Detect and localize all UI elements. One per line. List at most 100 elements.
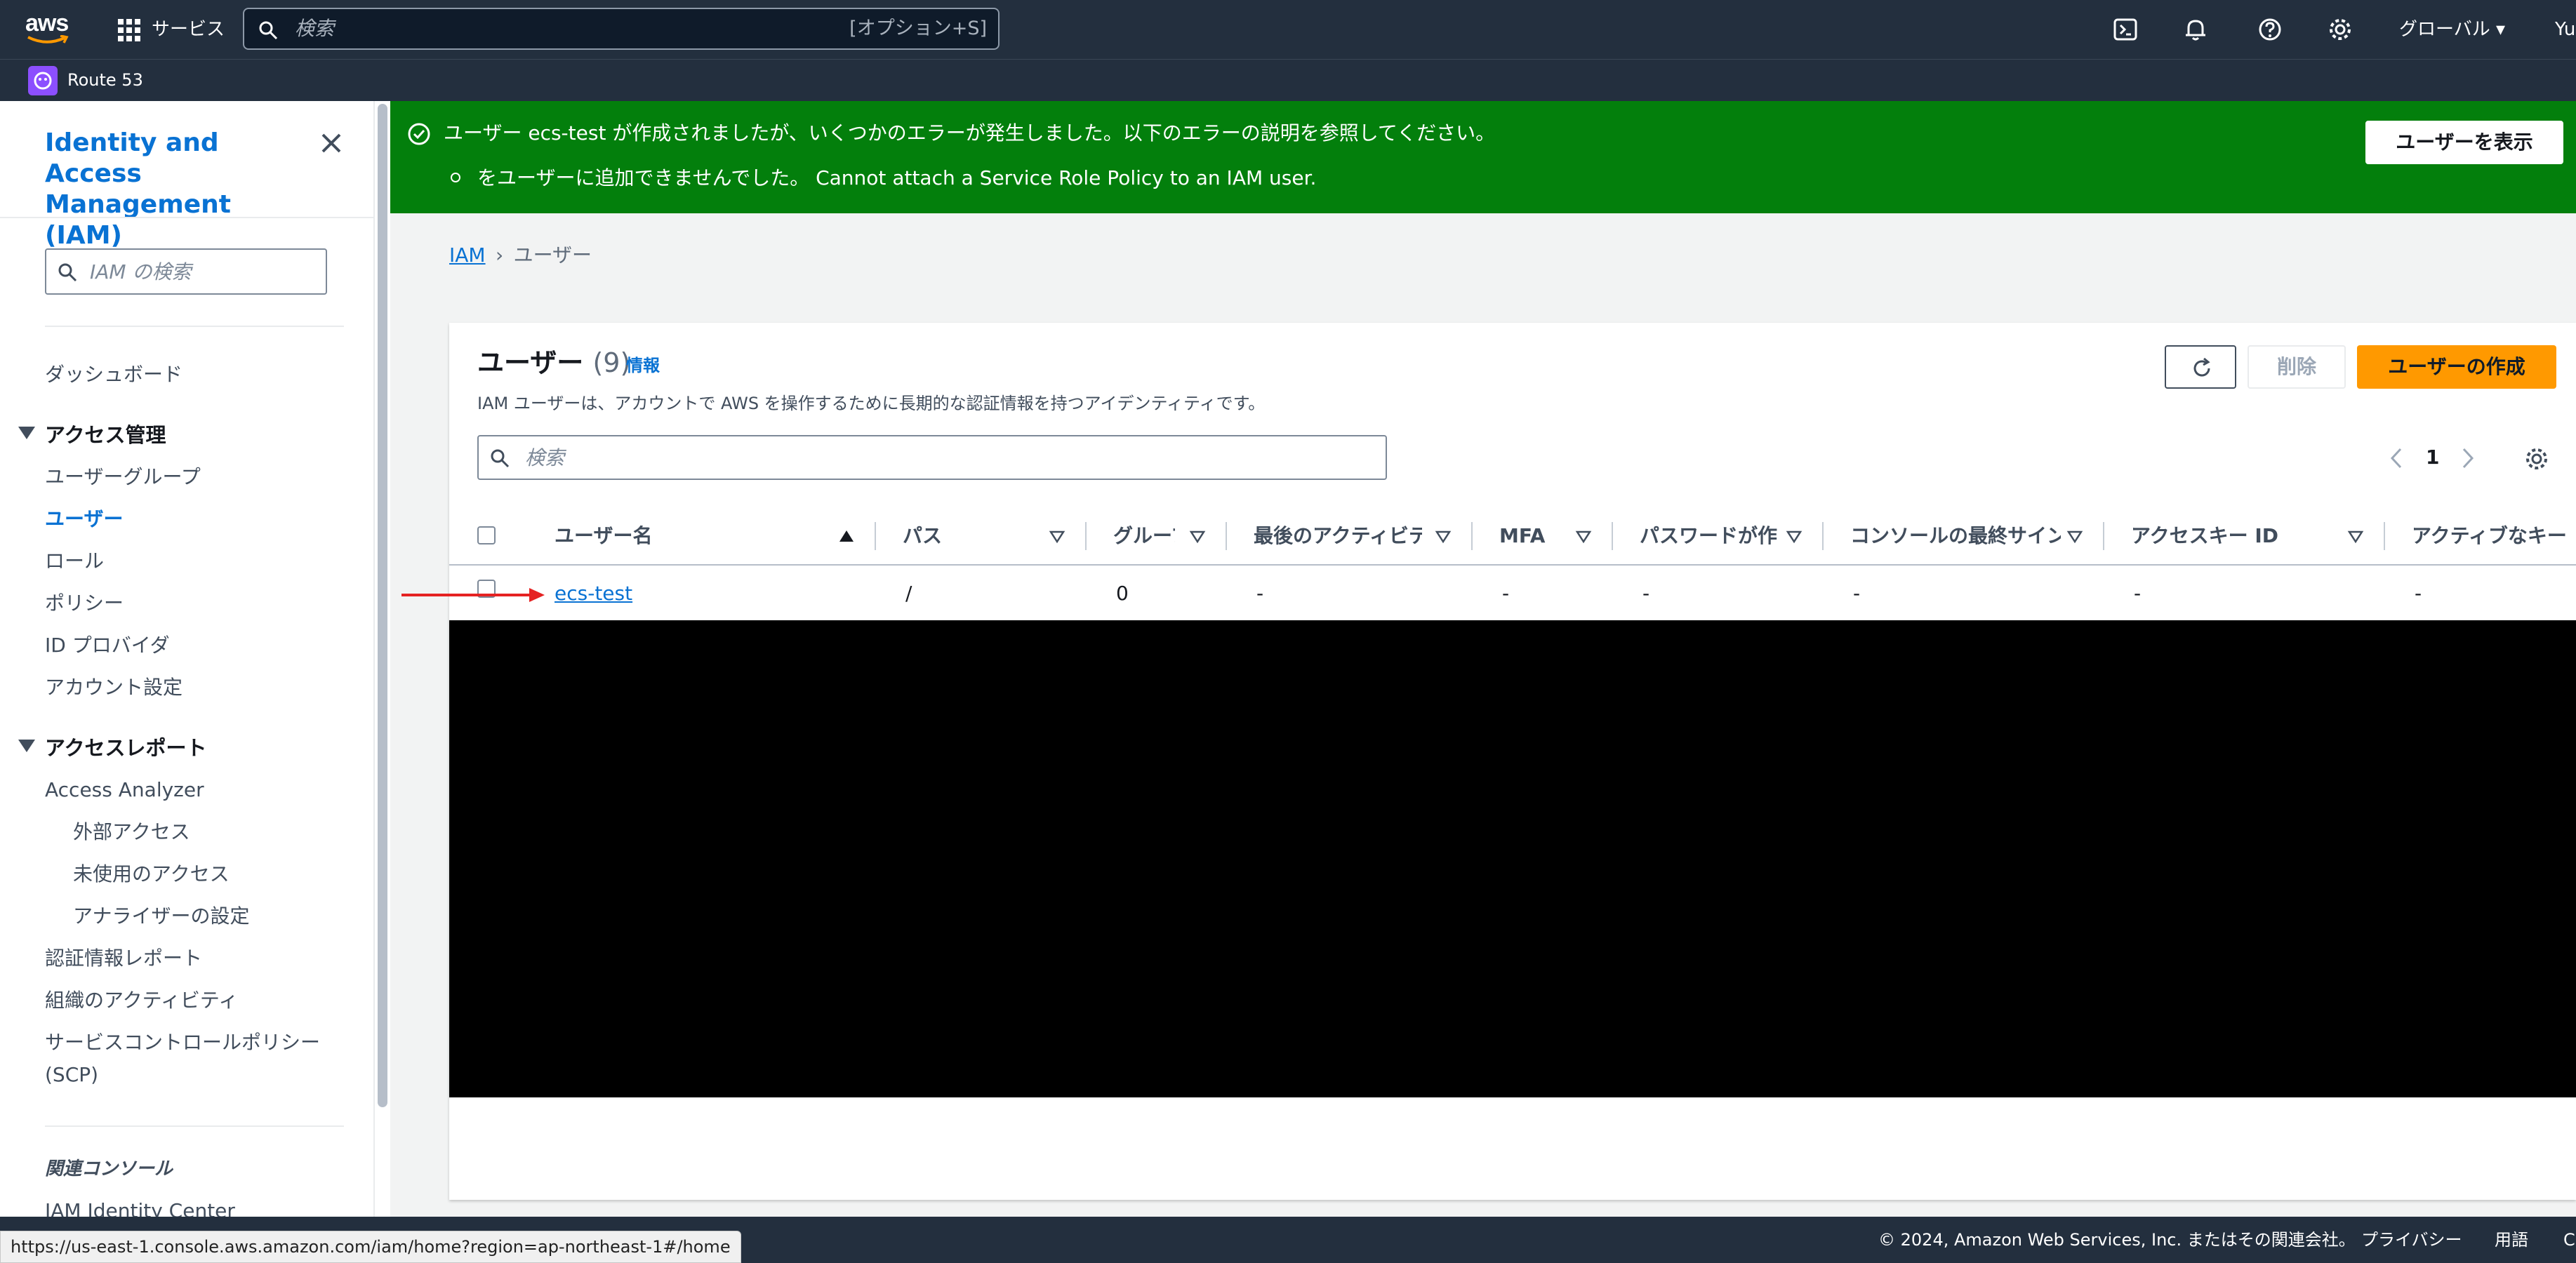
section-label: アクセス管理 (45, 423, 166, 447)
search-shortcut-hint: [オプション+S] (849, 18, 987, 39)
col-mfa[interactable]: MFA (1499, 522, 1569, 550)
sidebar-item-organization-activity[interactable]: 組織のアクティビティ (45, 987, 238, 1015)
column-resizer[interactable] (1822, 522, 1824, 550)
aws-logo-text: aws (25, 10, 69, 36)
services-grid-icon[interactable] (117, 18, 142, 43)
sidebar-item-unused-access[interactable]: 未使用のアクセス (73, 860, 230, 888)
sort-icon[interactable] (2066, 528, 2083, 544)
pagination-current-page[interactable]: 1 (2426, 443, 2439, 472)
sort-icon[interactable] (2347, 528, 2364, 544)
notifications-bell-icon[interactable] (2183, 17, 2208, 42)
sidebar-item-roles[interactable]: ロール (45, 547, 104, 575)
column-resizer[interactable] (1085, 522, 1087, 550)
cell-active-key: - (2415, 582, 2422, 605)
footer-terms-link[interactable]: 用語 (2495, 1228, 2528, 1252)
column-resizer[interactable] (1471, 522, 1473, 550)
users-search-input[interactable]: 検索 (477, 435, 1387, 480)
close-icon[interactable] (319, 131, 344, 156)
col-password-age[interactable]: パスワードが作成された時間 (1640, 522, 1777, 550)
aws-logo[interactable]: aws (25, 11, 70, 45)
global-search-placeholder: 検索 (295, 17, 335, 40)
route53-icon[interactable] (28, 66, 58, 95)
account-menu[interactable]: Yu (2555, 17, 2575, 42)
top-navigation: aws サービス 検索 [オプション+S] グローバル ▾ Yu (0, 0, 2576, 59)
col-path[interactable]: パス (903, 522, 1029, 550)
sort-icon[interactable] (1786, 528, 1802, 544)
favorites-bar (0, 59, 2576, 101)
sidebar-item-external-access[interactable]: 外部アクセス (73, 818, 190, 846)
sort-icon[interactable] (1049, 528, 1065, 544)
sidebar-section-access-management[interactable]: アクセス管理 (18, 421, 166, 449)
status-bar-url: https://us-east-1.console.aws.amazon.com… (0, 1231, 741, 1263)
sidebar-item-policies[interactable]: ポリシー (45, 589, 124, 617)
col-username[interactable]: ユーザー名 (555, 522, 730, 550)
sidebar-item-scp-suffix[interactable]: (SCP) (45, 1061, 98, 1089)
cell-groups: 0 (1116, 582, 1129, 605)
region-selector[interactable]: グローバル ▾ (2399, 17, 2505, 42)
services-menu-label[interactable]: サービス (152, 17, 225, 42)
caret-down-icon (18, 427, 35, 439)
sort-icon[interactable] (1189, 528, 1206, 544)
col-groups[interactable]: グループ (1113, 522, 1175, 550)
col-console-last-signin[interactable]: コンソールの最終サインイン (1850, 522, 2061, 550)
sidebar-item-access-analyzer[interactable]: Access Analyzer (45, 776, 204, 804)
aws-smile-icon (27, 35, 69, 44)
info-link[interactable]: 情報 (626, 354, 660, 377)
help-icon[interactable] (2257, 17, 2283, 42)
sidebar-item-user-groups[interactable]: ユーザーグループ (45, 463, 201, 491)
cloudshell-icon[interactable] (2113, 17, 2138, 42)
column-resizer[interactable] (2384, 522, 2385, 550)
chevron-left-icon[interactable] (2386, 446, 2408, 470)
redacted-rows-mask (449, 620, 2576, 1097)
footer-cookie-link[interactable]: C (2563, 1228, 2575, 1252)
chevron-right-icon[interactable] (2457, 446, 2478, 470)
flash-notification: ユーザー ecs-test が作成されましたが、いくつかのエラーが発生しました。… (390, 101, 2576, 213)
sidebar-scrollbar[interactable] (378, 104, 387, 1107)
breadcrumb-iam[interactable]: IAM (449, 243, 486, 267)
footer-privacy-link[interactable]: プライバシー (2361, 1228, 2462, 1252)
sidebar-item-identity-center[interactable]: IAM Identity Center (45, 1197, 235, 1217)
flash-message: ユーザー ecs-test が作成されましたが、いくつかのエラーが発生しました。… (444, 121, 1496, 145)
col-last-activity[interactable]: 最後のアクティビティ (1254, 522, 1422, 550)
sidebar-item-account-settings[interactable]: アカウント設定 (45, 674, 182, 702)
success-check-icon (408, 123, 430, 145)
sort-icon[interactable] (1575, 528, 1592, 544)
user-link-ecs-test[interactable]: ecs-test (555, 580, 632, 608)
col-access-key-id[interactable]: アクセスキー ID (2131, 522, 2342, 550)
view-user-button[interactable]: ユーザーを表示 (2365, 121, 2563, 164)
sidebar-item-users[interactable]: ユーザー (45, 505, 123, 533)
users-panel-title: ユーザー (9) (477, 345, 630, 380)
sort-ascending-icon[interactable] (838, 528, 855, 544)
sidebar-item-analyzer-settings[interactable]: アナライザーの設定 (73, 902, 249, 930)
create-user-button[interactable]: ユーザーの作成 (2357, 345, 2556, 389)
global-search-input[interactable]: 検索 [オプション+S] (243, 8, 1000, 50)
users-title-text: ユーザー (477, 347, 584, 378)
column-resizer[interactable] (2103, 522, 2104, 550)
select-all-checkbox[interactable] (477, 526, 496, 544)
sidebar-title[interactable]: Identity and Access Management (IAM) (45, 128, 298, 251)
sidebar-section-access-reports[interactable]: アクセスレポート (18, 734, 207, 762)
main-content: ユーザー ecs-test が作成されましたが、いくつかのエラーが発生しました。… (390, 101, 2576, 1217)
favorite-route53[interactable]: Route 53 (67, 67, 143, 93)
flash-error-detail: をユーザーに追加できませんでした。 Cannot attach a Servic… (477, 166, 1317, 189)
column-resizer[interactable] (1612, 522, 1613, 550)
column-resizer[interactable] (1226, 522, 1227, 550)
sidebar-item-credential-report[interactable]: 認証情報レポート (45, 944, 202, 973)
users-description: IAM ユーザーは、アカウントで AWS を操作するために長期的な認証情報を持つ… (477, 394, 1266, 413)
column-resizer[interactable] (875, 522, 876, 550)
related-consoles-heading: 関連コンソール (45, 1158, 173, 1180)
copyright-text: © 2024, Amazon Web Services, Inc. またはその関… (1878, 1230, 2356, 1250)
sidebar-item-identity-providers[interactable]: ID プロバイダ (45, 632, 170, 660)
sidebar-search-input[interactable]: IAM の検索 (45, 248, 327, 295)
table-settings-gear-icon[interactable] (2524, 446, 2549, 472)
refresh-button[interactable] (2165, 345, 2236, 389)
sidebar-item-scp[interactable]: サービスコントロールポリシー (45, 1029, 320, 1057)
settings-gear-icon[interactable] (2328, 17, 2353, 42)
col-active-key[interactable]: アクティブなキー (2412, 522, 2576, 550)
refresh-icon (2193, 357, 2210, 377)
sort-icon[interactable] (1435, 528, 1452, 544)
sidebar-item-dashboard[interactable]: ダッシュボード (45, 361, 182, 389)
delete-button[interactable]: 削除 (2248, 345, 2346, 389)
search-icon (259, 21, 278, 40)
breadcrumb: IAM › ユーザー (449, 241, 592, 269)
